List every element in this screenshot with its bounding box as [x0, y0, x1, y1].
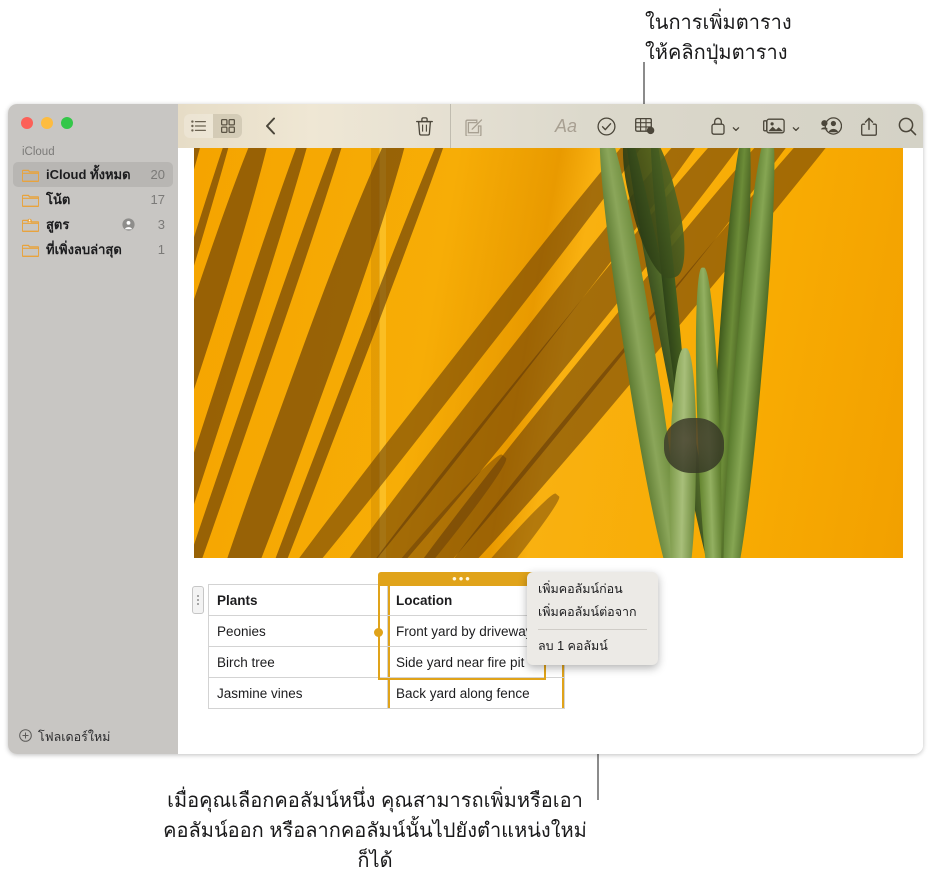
sidebar-item-count: 3	[157, 217, 165, 232]
new-note-button[interactable]	[460, 104, 488, 148]
share-button[interactable]	[854, 104, 884, 148]
delete-note-button[interactable]	[410, 104, 438, 148]
note-table[interactable]: Plants Location Peonies Front yard by dr…	[208, 584, 565, 709]
chevron-down-icon: ⌄	[789, 118, 803, 135]
close-button[interactable]	[21, 117, 33, 129]
menu-item-add-column-after[interactable]: เพิ่มคอลัมน์ต่อจาก	[527, 601, 658, 624]
menu-item-delete-column[interactable]: ลบ 1 คอลัมน์	[527, 635, 658, 658]
screenshot-root: ในการเพิ่มตาราง ให้คลิกปุ่มตาราง เมื่อคุ…	[0, 0, 931, 896]
selected-column-handle[interactable]: •••	[378, 570, 546, 586]
plus-circle-icon	[19, 729, 32, 745]
table-cell[interactable]: Peonies	[208, 615, 388, 647]
table-row: Birch tree Side yard near fire pit	[208, 646, 565, 678]
folder-icon	[21, 242, 40, 257]
zoom-button[interactable]	[61, 117, 73, 129]
table-button[interactable]	[630, 104, 660, 148]
lock-button[interactable]: ⌄	[706, 104, 748, 148]
menu-separator	[538, 629, 647, 630]
back-button[interactable]	[258, 104, 284, 148]
sidebar-item-label: สูตร	[46, 217, 70, 232]
column-resize-handle[interactable]	[374, 628, 383, 637]
table-row: Jasmine vines Back yard along fence	[208, 677, 565, 709]
window-controls	[8, 104, 178, 129]
folder-icon	[21, 192, 40, 207]
new-folder-label: โฟลเดอร์ใหม่	[38, 730, 111, 744]
search-button[interactable]	[892, 104, 922, 148]
sidebar-item-notes[interactable]: โน้ต 17	[13, 187, 173, 212]
chevron-down-icon: ⌄	[729, 118, 743, 135]
collaborate-button[interactable]	[816, 104, 846, 148]
sidebar-item-count: 20	[150, 167, 165, 182]
sidebar: iCloud iCloud ทั้งหมด 20 โน้ต 17 สูตร 3 …	[8, 104, 178, 754]
table-cell[interactable]: Back yard along fence	[387, 677, 565, 709]
table-header-row: Plants Location	[208, 584, 565, 616]
checklist-button[interactable]	[592, 104, 620, 148]
gallery-view-button[interactable]	[213, 114, 242, 138]
table-row: Peonies Front yard by driveway	[208, 615, 565, 647]
sidebar-item-label: ที่เพิ่งลบล่าสุด	[46, 242, 122, 257]
column-handle-dots: •••	[452, 570, 472, 586]
callout-top-text: ในการเพิ่มตาราง ให้คลิกปุ่มตาราง	[645, 12, 792, 64]
menu-item-add-column-before[interactable]: เพิ่มคอลัมน์ก่อน	[527, 578, 658, 601]
sidebar-section-label: iCloud	[22, 146, 55, 158]
sidebar-item-count: 1	[157, 242, 165, 257]
format-button[interactable]: Aa	[550, 104, 582, 148]
sidebar-item-all-icloud[interactable]: iCloud ทั้งหมด 20	[13, 162, 173, 187]
new-folder-button[interactable]: โฟลเดอร์ใหม่	[8, 720, 178, 754]
folder-icon	[21, 167, 40, 182]
minimize-button[interactable]	[41, 117, 53, 129]
list-view-button[interactable]	[184, 114, 213, 138]
view-mode-segmented-control[interactable]	[184, 114, 242, 138]
note-photo[interactable]	[194, 148, 903, 558]
column-context-menu[interactable]: เพิ่มคอลัมน์ก่อน เพิ่มคอลัมน์ต่อจาก ลบ 1…	[527, 572, 658, 665]
sidebar-item-label: โน้ต	[46, 192, 71, 207]
sidebar-item-recently-deleted[interactable]: ที่เพิ่งลบล่าสุด 1	[13, 237, 173, 262]
table-row-drag-handle[interactable]	[192, 586, 204, 614]
folder-shared-icon	[21, 217, 40, 232]
shared-person-icon	[122, 218, 135, 231]
notes-app-window: iCloud iCloud ทั้งหมด 20 โน้ต 17 สูตร 3 …	[8, 104, 923, 754]
table-cell[interactable]: Birch tree	[208, 646, 388, 678]
note-table-container: ••• Plants Location Peonies Front yard b…	[192, 570, 565, 709]
sidebar-item-label: iCloud ทั้งหมด	[46, 167, 131, 182]
table-cell[interactable]: Jasmine vines	[208, 677, 388, 709]
sidebar-item-count: 17	[150, 192, 165, 207]
toolbar: Aa ⌄ ⌄	[178, 104, 923, 148]
media-button[interactable]: ⌄	[760, 104, 806, 148]
callout-bottom-text: เมื่อคุณเลือกคอลัมน์หนึ่ง คุณสามารถเพิ่ม…	[163, 790, 587, 872]
aa-format-icon: Aa	[554, 115, 578, 136]
table-column-header[interactable]: Plants	[208, 584, 388, 616]
sidebar-item-recipes[interactable]: สูตร 3	[13, 212, 173, 237]
toolbar-divider	[450, 104, 451, 148]
